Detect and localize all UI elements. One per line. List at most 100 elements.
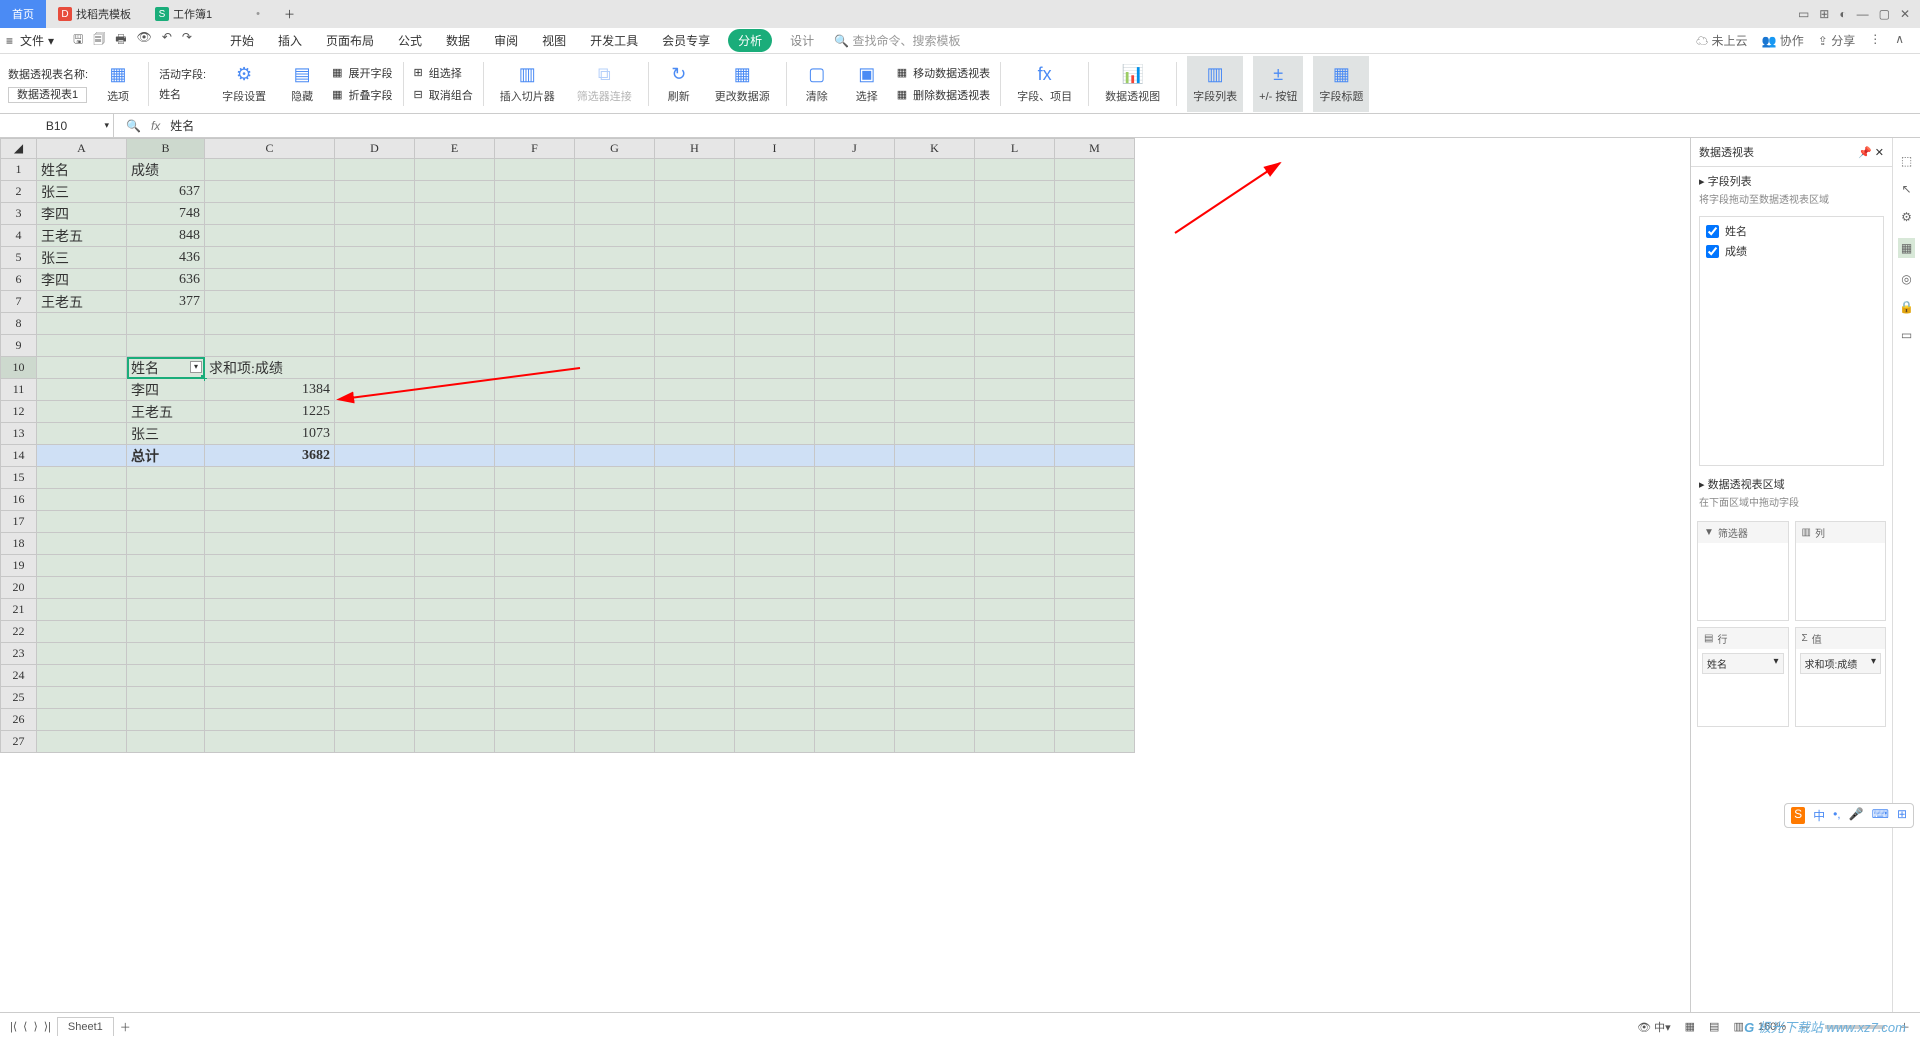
eye-icon[interactable]: 👁 中▾ bbox=[1637, 1019, 1671, 1035]
clear-icon[interactable]: ▢ bbox=[806, 64, 828, 86]
cloud-button[interactable]: ☁ 未上云 bbox=[1696, 32, 1747, 49]
move-button[interactable]: ▦ 移动数据透视表 bbox=[897, 64, 990, 82]
add-sheet-icon[interactable]: ＋ bbox=[120, 1019, 131, 1035]
user-icon[interactable]: ◐ bbox=[1839, 7, 1846, 21]
save-icon[interactable]: 🖫 bbox=[73, 30, 83, 51]
tab-analysis[interactable]: 分析 bbox=[728, 29, 772, 52]
slicer-button[interactable]: 插入切片器 bbox=[500, 88, 555, 104]
tab-home[interactable]: 首页 bbox=[0, 0, 46, 28]
chevron-icon[interactable]: ∧ bbox=[1895, 32, 1904, 49]
tab-workbook[interactable]: S工作簿1• bbox=[143, 0, 272, 28]
name-box[interactable]: B10▾ bbox=[0, 114, 114, 138]
field-score[interactable]: 成绩 bbox=[1725, 243, 1747, 259]
target-tool-icon[interactable]: ◎ bbox=[1901, 272, 1911, 286]
plusminus-icon[interactable]: ± bbox=[1267, 64, 1289, 86]
preview-icon[interactable]: 👁 bbox=[137, 30, 152, 51]
clear-button[interactable]: 清除 bbox=[806, 88, 828, 104]
lock-tool-icon[interactable]: 🔒 bbox=[1899, 300, 1914, 314]
view-page-icon[interactable]: ▤ bbox=[1709, 1020, 1719, 1033]
headers-button[interactable]: 字段标题 bbox=[1319, 88, 1363, 104]
fieldlist-button[interactable]: 字段列表 bbox=[1193, 88, 1237, 104]
tab-add[interactable]: ＋ bbox=[272, 0, 307, 28]
chart-icon[interactable]: 📊 bbox=[1122, 64, 1144, 86]
tab-layout[interactable]: 页面布局 bbox=[320, 29, 380, 52]
area-filter[interactable]: ▼ 筛选器 bbox=[1697, 521, 1789, 621]
minimize-icon[interactable]: — bbox=[1857, 7, 1869, 21]
delete-button[interactable]: ▦ 删除数据透视表 bbox=[897, 86, 990, 104]
more-icon[interactable]: ⋮ bbox=[1869, 32, 1881, 49]
field-list[interactable]: 姓名 成绩 bbox=[1699, 216, 1884, 466]
tab-review[interactable]: 审阅 bbox=[488, 29, 524, 52]
sheet-tab[interactable]: Sheet1 bbox=[57, 1017, 114, 1036]
layout-icon[interactable]: ▭ bbox=[1798, 7, 1809, 21]
select-tool-icon[interactable]: ⬚ bbox=[1901, 154, 1912, 168]
ime-toolbar[interactable]: S 中 •, 🎤 ⌨ ⊞ bbox=[1784, 803, 1914, 828]
close-panel-icon[interactable]: ✕ bbox=[1875, 147, 1884, 159]
field-setting-icon[interactable]: ⚙ bbox=[233, 64, 255, 86]
book-tool-icon[interactable]: ▭ bbox=[1901, 328, 1912, 342]
view-break-icon[interactable]: ▥ bbox=[1733, 1020, 1743, 1033]
field-name[interactable]: 姓名 bbox=[1725, 223, 1747, 239]
tab-formula[interactable]: 公式 bbox=[392, 29, 428, 52]
area-rows[interactable]: ▤ 行姓名▾ bbox=[1697, 627, 1789, 727]
saveas-icon[interactable]: 🗐 bbox=[93, 30, 105, 51]
pin-icon[interactable]: 📌 bbox=[1858, 147, 1872, 159]
maximize-icon[interactable]: ▢ bbox=[1879, 7, 1890, 21]
apps-icon[interactable]: ⊞ bbox=[1819, 7, 1829, 21]
sheet-nav-last[interactable]: ⟩| bbox=[44, 1020, 51, 1033]
settings-tool-icon[interactable]: ⚙ bbox=[1901, 210, 1912, 224]
ime-lang[interactable]: 中 bbox=[1813, 807, 1825, 824]
hamburger-icon[interactable]: ≡ bbox=[6, 34, 13, 48]
redo-icon[interactable]: ↷ bbox=[182, 30, 192, 51]
view-normal-icon[interactable]: ▦ bbox=[1685, 1020, 1695, 1033]
tab-template[interactable]: D找稻壳模板 bbox=[46, 0, 143, 28]
ime-punct[interactable]: •, bbox=[1833, 807, 1841, 824]
headers-icon[interactable]: ▦ bbox=[1330, 64, 1352, 86]
print-icon[interactable]: 🖶 bbox=[115, 30, 126, 51]
area-values[interactable]: Σ 值求和项:成绩▾ bbox=[1795, 627, 1887, 727]
fields-button[interactable]: 字段、项目 bbox=[1017, 88, 1072, 104]
ime-grid-icon[interactable]: ⊞ bbox=[1897, 807, 1907, 824]
refresh-button[interactable]: 刷新 bbox=[668, 88, 690, 104]
field-setting-button[interactable]: 字段设置 bbox=[222, 88, 266, 104]
sheet-nav-next[interactable]: ⟩ bbox=[33, 1020, 37, 1033]
cursor-tool-icon[interactable]: ↖ bbox=[1901, 182, 1911, 196]
collab-button[interactable]: 👥 协作 bbox=[1762, 32, 1804, 49]
tab-design[interactable]: 设计 bbox=[784, 29, 820, 52]
area-columns[interactable]: ▥ 列 bbox=[1795, 521, 1887, 621]
tab-member[interactable]: 会员专享 bbox=[656, 29, 716, 52]
tab-data[interactable]: 数据 bbox=[440, 29, 476, 52]
file-button[interactable]: 文件▾ bbox=[13, 29, 61, 52]
tab-dev[interactable]: 开发工具 bbox=[584, 29, 644, 52]
ungroup-button[interactable]: ⊟ 取消组合 bbox=[414, 86, 473, 104]
ime-mic-icon[interactable]: 🎤 bbox=[1849, 807, 1864, 824]
options-icon[interactable]: ▦ bbox=[107, 64, 129, 86]
fieldlist-icon[interactable]: ▥ bbox=[1204, 64, 1226, 86]
tab-start[interactable]: 开始 bbox=[224, 29, 260, 52]
pt-name-value[interactable]: 数据透视表1 bbox=[8, 87, 87, 103]
fx-icon[interactable]: fx bbox=[151, 119, 160, 133]
sheet-nav-prev[interactable]: ⟨ bbox=[23, 1020, 27, 1033]
select-icon[interactable]: ▣ bbox=[856, 64, 878, 86]
plusminus-button[interactable]: +/- 按钮 bbox=[1259, 88, 1297, 104]
hide-button[interactable]: 隐藏 bbox=[291, 88, 313, 104]
close-icon[interactable]: ✕ bbox=[1900, 7, 1910, 21]
refresh-icon[interactable]: ↻ bbox=[668, 64, 690, 86]
layout-tool-icon[interactable]: ▦ bbox=[1898, 238, 1915, 258]
tab-insert[interactable]: 插入 bbox=[272, 29, 308, 52]
slicer-icon[interactable]: ▥ bbox=[516, 64, 538, 86]
select-button[interactable]: 选择 bbox=[856, 88, 878, 104]
group-button[interactable]: ⊞ 组选择 bbox=[414, 64, 473, 82]
search-input[interactable]: 🔍 查找命令、搜索模板 bbox=[834, 32, 960, 49]
field-check-score[interactable] bbox=[1706, 245, 1719, 258]
source-icon[interactable]: ▦ bbox=[731, 64, 753, 86]
fields-icon[interactable]: fx bbox=[1034, 64, 1056, 86]
spreadsheet[interactable]: ◢ABCDEFGHIJKLM1姓名成绩2张三6373李四7484王老五8485张… bbox=[0, 138, 1690, 1012]
hide-icon[interactable]: ▤ bbox=[291, 64, 313, 86]
pivot-chart-button[interactable]: 数据透视图 bbox=[1105, 88, 1160, 104]
ime-keyboard-icon[interactable]: ⌨ bbox=[1872, 807, 1889, 824]
undo-icon[interactable]: ↶ bbox=[162, 30, 172, 51]
formula-value[interactable]: 姓名 bbox=[170, 117, 194, 134]
expand-button[interactable]: ▦ 展开字段 bbox=[332, 64, 392, 82]
search-fx-icon[interactable]: 🔍 bbox=[126, 119, 141, 133]
